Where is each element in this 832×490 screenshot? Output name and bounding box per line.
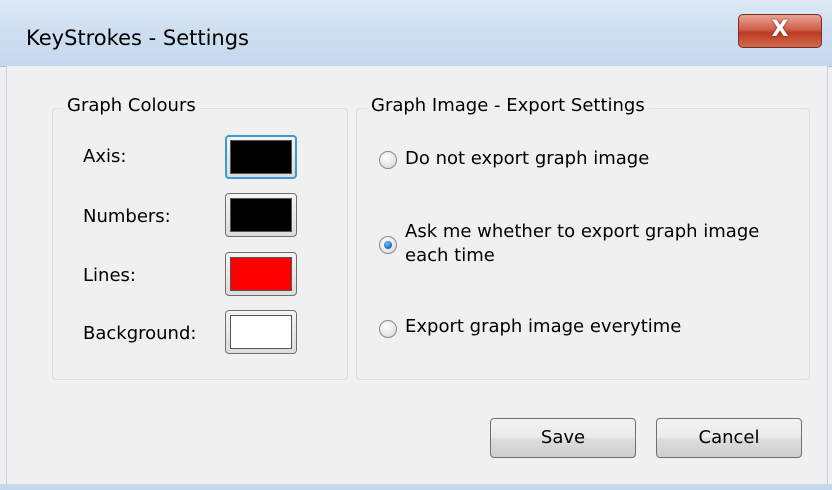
radio-ask-each-time[interactable] — [379, 236, 397, 254]
lines-colour-button[interactable] — [225, 252, 297, 296]
radio-do-not-export-label[interactable]: Do not export graph image — [405, 148, 649, 170]
background-colour-swatch — [230, 315, 292, 349]
radio-selected-dot — [384, 241, 392, 249]
graph-colours-heading: Graph Colours — [63, 95, 200, 116]
save-button[interactable]: Save — [490, 418, 636, 458]
numbers-colour-swatch — [230, 198, 292, 232]
cancel-button[interactable]: Cancel — [656, 418, 802, 458]
axis-colour-swatch — [230, 140, 292, 174]
radio-do-not-export[interactable] — [379, 151, 397, 169]
settings-window: KeyStrokes - Settings X Graph Colours Ax… — [0, 0, 832, 490]
axis-label: Axis: — [83, 146, 127, 167]
background-colour-button[interactable] — [225, 310, 297, 354]
close-button[interactable]: X — [738, 14, 822, 48]
close-icon: X — [771, 17, 789, 42]
radio-ask-each-time-label[interactable]: Ask me whether to export graph image eac… — [405, 220, 759, 268]
window-bottom-frame — [0, 484, 832, 490]
numbers-colour-button[interactable] — [225, 193, 297, 237]
lines-colour-swatch — [230, 257, 292, 291]
numbers-label: Numbers: — [83, 206, 171, 227]
lines-label: Lines: — [83, 265, 136, 286]
window-title: KeyStrokes - Settings — [26, 26, 249, 50]
dialog-body: Graph Colours Axis: Numbers: Lines: Back… — [6, 66, 828, 490]
axis-colour-button[interactable] — [225, 135, 297, 179]
background-label: Background: — [83, 323, 197, 344]
radio-export-everytime-label[interactable]: Export graph image everytime — [405, 316, 681, 338]
title-bar[interactable]: KeyStrokes - Settings X — [0, 0, 832, 67]
export-settings-heading: Graph Image - Export Settings — [367, 95, 649, 116]
radio-export-everytime[interactable] — [379, 320, 397, 338]
